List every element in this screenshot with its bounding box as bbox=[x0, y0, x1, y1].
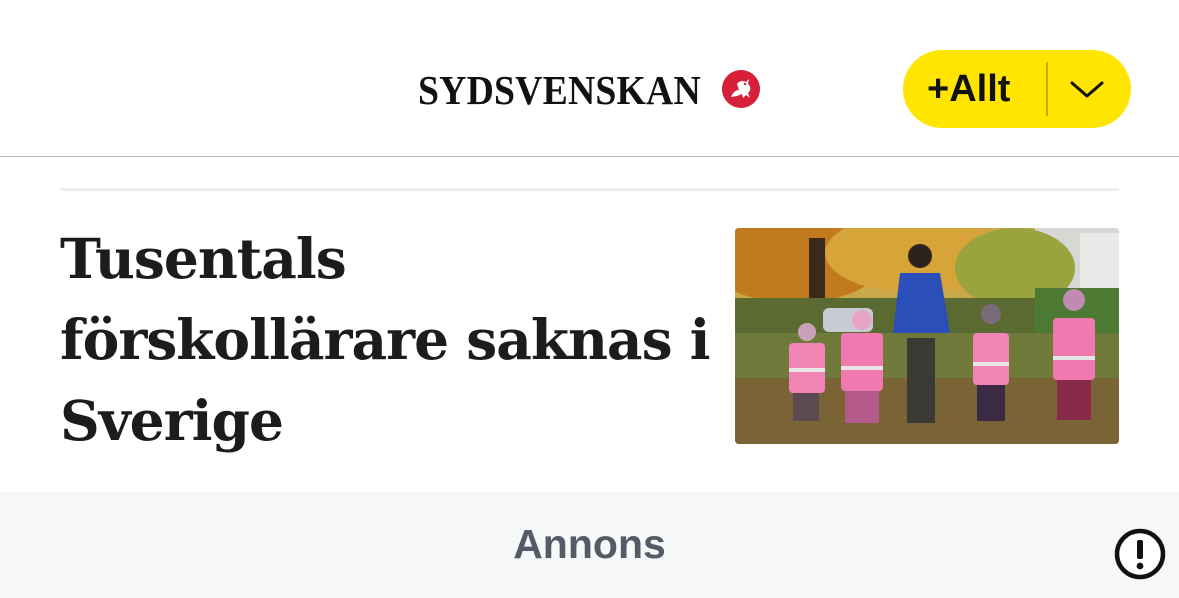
ad-label: Annons bbox=[513, 521, 666, 567]
exclamation-circle-icon[interactable] bbox=[1113, 527, 1167, 581]
section-divider bbox=[60, 188, 1119, 191]
article-headline[interactable]: Tusentals förskollärare saknas i Sverige bbox=[60, 218, 711, 461]
button-divider bbox=[1046, 62, 1048, 116]
site-logo[interactable]: SYDSVENSKAN bbox=[418, 67, 760, 113]
ad-banner: Annons bbox=[0, 492, 1179, 598]
logo-text: SYDSVENSKAN bbox=[418, 67, 701, 113]
plus-allt-button[interactable]: +Allt bbox=[903, 50, 1131, 128]
site-header: SYDSVENSKAN +Allt bbox=[0, 0, 1179, 157]
article-photo[interactable] bbox=[735, 228, 1119, 444]
plus-allt-label: +Allt bbox=[927, 68, 1011, 110]
griffin-emblem-icon bbox=[722, 70, 760, 108]
chevron-down-icon[interactable] bbox=[1068, 74, 1106, 104]
